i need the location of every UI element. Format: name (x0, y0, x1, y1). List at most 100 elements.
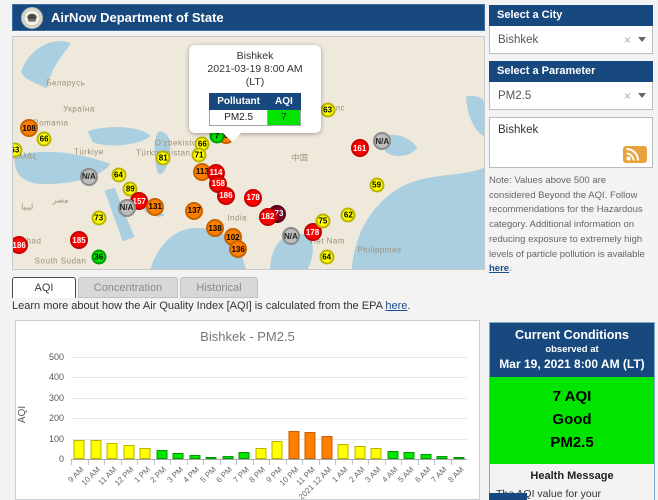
chart-bar[interactable] (354, 445, 366, 459)
tab-concentration[interactable]: Concentration (78, 277, 178, 298)
aqi-marker[interactable]: 182 (258, 207, 277, 226)
aqi-marker[interactable]: 131 (146, 197, 165, 216)
chart-bar[interactable] (387, 450, 399, 459)
aqi-marker[interactable]: 138 (206, 219, 225, 238)
chart-bar[interactable] (238, 451, 250, 459)
observed-at-label: observed at (545, 344, 599, 355)
current-conditions-header: Current Conditions observed at Mar 19, 2… (490, 323, 654, 377)
chart-bar[interactable] (189, 454, 201, 459)
chart-bar[interactable] (453, 457, 465, 459)
health-message-title: Health Message (530, 470, 614, 482)
current-conditions-title: Current Conditions (515, 328, 629, 342)
aqi-marker[interactable]: 161 (350, 139, 369, 158)
aqi-marker[interactable]: N/A (373, 132, 392, 151)
chart-bar-slot: 5 PM (198, 357, 220, 485)
chart-bar[interactable] (205, 456, 217, 459)
rss-city-label: Bishkek (498, 124, 539, 136)
chart-bar-slot: 7 AM (429, 357, 451, 484)
aqi-marker[interactable]: 64 (319, 249, 335, 265)
aqi-marker[interactable]: 62 (340, 207, 356, 223)
chart-bar[interactable] (288, 431, 300, 459)
chart-y-axis-label: AQI (17, 405, 29, 424)
chart-x-tick-label: 6 PM (214, 465, 235, 485)
aqi-marker[interactable]: 73 (91, 210, 107, 226)
chart-bar[interactable] (436, 455, 448, 459)
aqi-marker[interactable]: 59 (369, 177, 385, 193)
chart-bar-slot: 1 PM (132, 357, 154, 485)
aqi-marker[interactable]: N/A (281, 227, 300, 246)
aqi-marker[interactable]: N/A (79, 167, 98, 186)
chart-bar[interactable] (304, 432, 316, 459)
popup-col-aqi: AQI (267, 93, 301, 111)
chart-bar[interactable] (123, 445, 135, 459)
chart-bar[interactable] (73, 439, 85, 459)
aqi-marker[interactable]: 178 (244, 188, 263, 207)
city-clear-icon[interactable]: × (624, 33, 631, 47)
popup-city: Bishkek (236, 50, 274, 62)
chart-y-tick: 300 (48, 392, 64, 403)
parameter-clear-icon[interactable]: × (624, 89, 631, 103)
chart-bar-slot: Mar 20, 2021 12 AM (276, 357, 336, 499)
chart-bar-slot: 8 PM (248, 357, 270, 485)
aqi-world-map[interactable]: Беларусь Україна Romania Türkiye Ελλάς ليبيا م… (12, 36, 485, 270)
chart-y-tick: 0 (58, 454, 64, 464)
chart-bar[interactable] (420, 453, 432, 459)
chart-x-tick-label: 5 PM (198, 465, 218, 485)
current-conditions-panel: Current Conditions observed at Mar 19, 2… (489, 322, 655, 500)
aqi-marker[interactable]: 185 (69, 231, 88, 250)
current-aqi-value: 7 AQI (552, 388, 592, 405)
airnow-page: AirNow Department of State Беларусь Украї… (0, 0, 658, 500)
current-aqi-block: 7 AQI Good PM2.5 (490, 377, 654, 464)
learn-more-suffix: . (407, 300, 411, 312)
chart-bar-slot: 3 PM (165, 357, 187, 485)
select-city-panel: Select a City Bishkek × (489, 5, 653, 54)
aqi-marker[interactable]: 36 (91, 249, 107, 265)
note-here-link[interactable]: here (489, 263, 509, 274)
chart-bar[interactable] (222, 455, 234, 459)
chart-bar[interactable] (403, 452, 415, 459)
aqi-marker[interactable]: 137 (185, 201, 204, 220)
chart-x-tick-label: 3 AM (363, 465, 383, 485)
chart-bar[interactable] (106, 443, 118, 459)
chart-bar-slot: 4 AM (380, 357, 402, 484)
aqi-marker[interactable]: 75 (315, 213, 331, 229)
note-text: Note: Values above 500 are considered Be… (489, 175, 645, 260)
tab-historical[interactable]: Historical (180, 277, 258, 298)
tab-aqi[interactable]: AQI (12, 277, 76, 298)
parameter-select[interactable]: PM2.5 × (489, 82, 653, 110)
chart-bar[interactable] (139, 447, 151, 459)
city-select[interactable]: Bishkek × (489, 26, 653, 54)
chart-x-tick-label: 5 AM (396, 465, 416, 485)
chart-bar[interactable] (90, 440, 102, 459)
aqi-marker[interactable]: 81 (155, 150, 171, 166)
parameter-dropdown-caret-icon[interactable] (638, 93, 646, 98)
current-aqi-category: Good (552, 411, 592, 428)
epa-here-link[interactable]: here (385, 300, 407, 312)
chart-bar[interactable] (156, 450, 168, 459)
chart-bar[interactable] (370, 447, 382, 459)
rss-icon[interactable] (623, 146, 647, 163)
aqi-marker[interactable]: 186 (216, 186, 235, 205)
chart-bar-slot: 1 AM (330, 357, 352, 484)
chart-bar[interactable] (255, 447, 267, 459)
chart-bar[interactable] (271, 440, 283, 459)
popup-arrow (223, 133, 241, 143)
aqi-marker[interactable]: 66 (36, 131, 52, 147)
chart-x-tick-label: 8 PM (247, 465, 268, 485)
popup-aqi-table: Pollutant AQI PM2.5 7 (209, 93, 301, 127)
aqi-marker[interactable]: 108 (20, 119, 38, 138)
map-country-label: South Sudan (34, 256, 87, 266)
aqi-marker[interactable]: 136 (229, 240, 248, 259)
chart-bar-slot: 8 AM (446, 357, 468, 484)
map-country-label: Türkiye (73, 147, 104, 157)
aqi-marker[interactable]: N/A (117, 198, 136, 217)
aqi-marker[interactable]: 64 (111, 167, 126, 183)
chart-bar[interactable] (321, 435, 333, 459)
map-country-label: ليبيا (21, 202, 34, 212)
aqi-marker[interactable]: 63 (320, 102, 336, 118)
aqi-marker[interactable]: 71 (191, 147, 207, 163)
chart-bar[interactable] (172, 452, 184, 459)
city-dropdown-caret-icon[interactable] (638, 37, 646, 42)
chart-x-tick-label: 2 PM (148, 465, 169, 485)
chart-bar[interactable] (337, 443, 349, 459)
